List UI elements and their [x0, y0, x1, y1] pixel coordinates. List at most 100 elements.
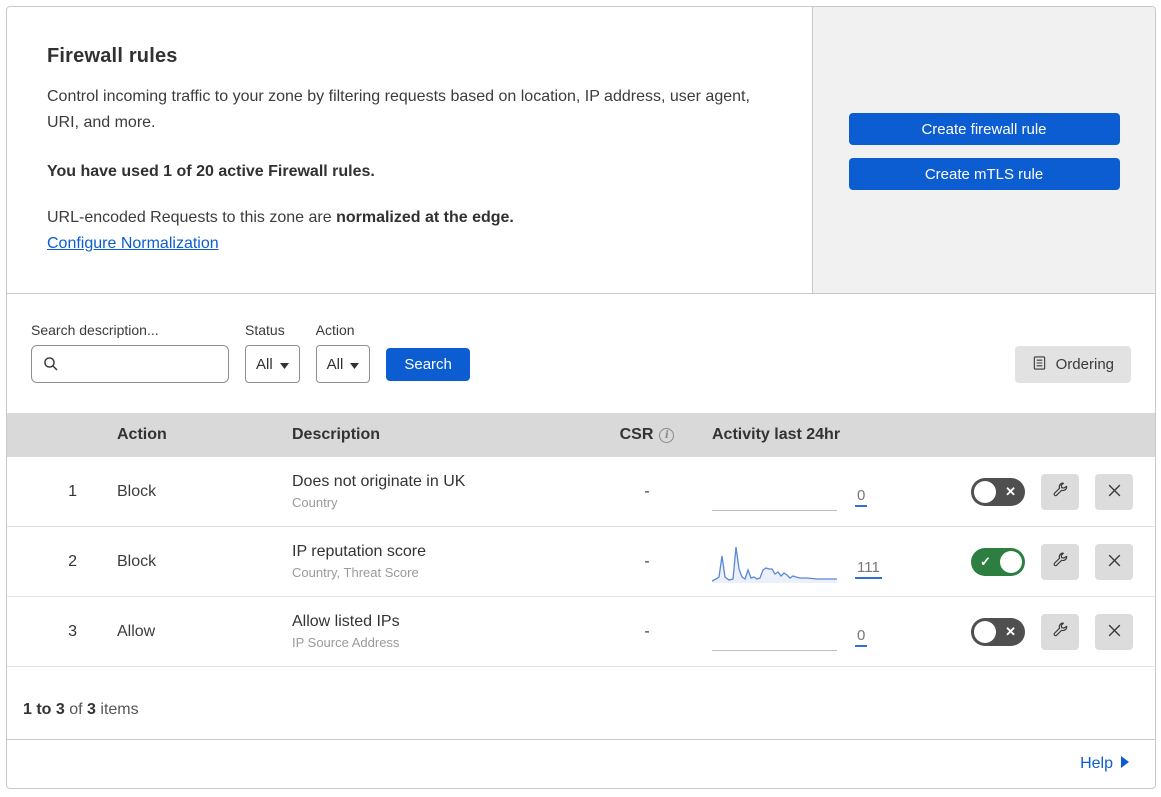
action-select[interactable]: All [315, 345, 371, 383]
edit-rule-button[interactable] [1041, 613, 1079, 650]
toggle-knob [974, 480, 996, 503]
rule-criteria: Country, Threat Score [292, 565, 419, 580]
help-link-label: Help [1080, 755, 1113, 772]
edit-rule-button[interactable] [1041, 543, 1079, 580]
rule-action: Allow [117, 622, 156, 640]
search-icon [43, 356, 59, 377]
rule-enabled-toggle[interactable]: ✓ ✕ [971, 477, 1025, 506]
search-button[interactable]: Search [386, 348, 470, 381]
configure-normalization-link[interactable]: Configure Normalization [47, 235, 219, 253]
status-selected-value: All [256, 355, 273, 373]
actions-panel: Create firewall rule Create mTLS rule [812, 7, 1155, 293]
wrench-icon [1052, 622, 1069, 642]
items-word: items [95, 701, 139, 718]
chevron-down-icon [350, 356, 360, 373]
activity-sparkline [712, 546, 837, 583]
filter-bar: Search description... Status All Action … [7, 294, 1155, 413]
rule-description-cell: Does not originate in UK Country [272, 473, 602, 510]
search-group: Search description... [31, 322, 229, 383]
toggle-knob [974, 620, 996, 643]
column-csr: CSR i [602, 426, 692, 444]
close-icon [1107, 623, 1122, 641]
items-of: of [64, 701, 88, 718]
activity-sparkline-empty [712, 613, 837, 651]
rule-action: Block [117, 482, 157, 500]
info-icon[interactable]: i [659, 427, 675, 443]
table-row: 1 Block Does not originate in UK Country… [7, 457, 1155, 527]
rule-criteria: IP Source Address [292, 635, 400, 650]
items-total: 3 [87, 701, 96, 718]
rule-csr-value: - [644, 622, 650, 640]
rule-enabled-toggle[interactable]: ✓ ✕ [971, 617, 1025, 646]
rule-priority: 1 [68, 482, 77, 500]
table-row: 2 Block IP reputation score Country, Thr… [7, 527, 1155, 597]
chevron-down-icon [279, 356, 289, 373]
rule-csr-value: - [644, 552, 650, 570]
items-range: 1 to 3 [23, 701, 65, 718]
normalization-bold: normalized at the edge. [336, 208, 514, 226]
delete-rule-button[interactable] [1095, 543, 1133, 580]
create-firewall-rule-button[interactable]: Create firewall rule [848, 113, 1120, 145]
activity-count-link[interactable]: 0 [855, 627, 868, 647]
ordering-button[interactable]: Ordering [1014, 346, 1131, 383]
action-selected-value: All [326, 355, 344, 373]
search-input[interactable] [31, 345, 229, 383]
normalization-note: URL-encoded Requests to this zone are no… [47, 209, 772, 227]
x-icon: ✕ [1005, 483, 1016, 499]
normalization-prefix: URL-encoded Requests to this zone are [47, 208, 337, 226]
rule-action: Block [117, 552, 157, 570]
arrow-right-icon [1121, 755, 1129, 773]
search-label: Search description... [31, 322, 159, 338]
close-icon [1107, 483, 1122, 501]
rule-activity-cell: 111 [692, 541, 927, 583]
wrench-icon [1052, 482, 1069, 502]
action-filter-group: Action All [315, 322, 371, 383]
status-label: Status [245, 322, 285, 338]
rule-controls: ✓ ✕ [927, 613, 1155, 650]
header-text-panel: Firewall rules Control incoming traffic … [7, 7, 812, 293]
rule-description-cell: IP reputation score Country, Threat Scor… [272, 543, 602, 580]
toggle-knob [1000, 550, 1022, 573]
edit-rule-button[interactable] [1041, 473, 1079, 510]
pagination-summary: 1 to 3 of 3 items [7, 667, 1155, 740]
rule-priority: 2 [68, 552, 77, 570]
rule-activity-cell: 0 [692, 473, 927, 511]
rule-description: Allow listed IPs [292, 613, 400, 630]
rule-controls: ✓ ✕ [927, 543, 1155, 580]
close-icon [1107, 553, 1122, 571]
page-description: Control incoming traffic to your zone by… [47, 88, 750, 132]
help-bar: Help [7, 740, 1155, 788]
page-title: Firewall rules [47, 45, 178, 67]
help-link[interactable]: Help [1080, 755, 1129, 773]
action-label: Action [315, 322, 355, 338]
column-activity: Activity last 24hr [712, 426, 841, 443]
table-row: 3 Allow Allow listed IPs IP Source Addre… [7, 597, 1155, 667]
status-select[interactable]: All [245, 345, 300, 383]
delete-rule-button[interactable] [1095, 613, 1133, 650]
header-section: Firewall rules Control incoming traffic … [7, 7, 1155, 294]
rule-csr-value: - [644, 482, 650, 500]
check-icon: ✓ [980, 553, 991, 569]
rule-activity-cell: 0 [692, 613, 927, 651]
rule-priority: 3 [68, 622, 77, 640]
table-header-row: Action Description CSR i Activity last 2… [7, 413, 1155, 457]
rule-criteria: Country [292, 495, 338, 510]
rule-description: Does not originate in UK [292, 473, 466, 490]
activity-sparkline-empty [712, 473, 837, 511]
create-mtls-rule-button[interactable]: Create mTLS rule [848, 158, 1120, 190]
rule-description: IP reputation score [292, 543, 427, 560]
activity-count-link[interactable]: 111 [855, 559, 882, 579]
x-icon: ✕ [1005, 623, 1016, 639]
activity-count-link[interactable]: 0 [855, 487, 868, 507]
delete-rule-button[interactable] [1095, 473, 1133, 510]
ordering-button-label: Ordering [1055, 356, 1114, 373]
column-csr-label: CSR [619, 426, 654, 443]
column-description: Description [292, 426, 381, 443]
wrench-icon [1052, 552, 1069, 572]
status-filter-group: Status All [245, 322, 300, 383]
rule-controls: ✓ ✕ [927, 473, 1155, 510]
rule-description-cell: Allow listed IPs IP Source Address [272, 613, 602, 650]
firewall-rules-card: Firewall rules Control incoming traffic … [6, 6, 1156, 789]
ordered-list-icon [1032, 355, 1047, 375]
rule-enabled-toggle[interactable]: ✓ ✕ [971, 547, 1025, 576]
